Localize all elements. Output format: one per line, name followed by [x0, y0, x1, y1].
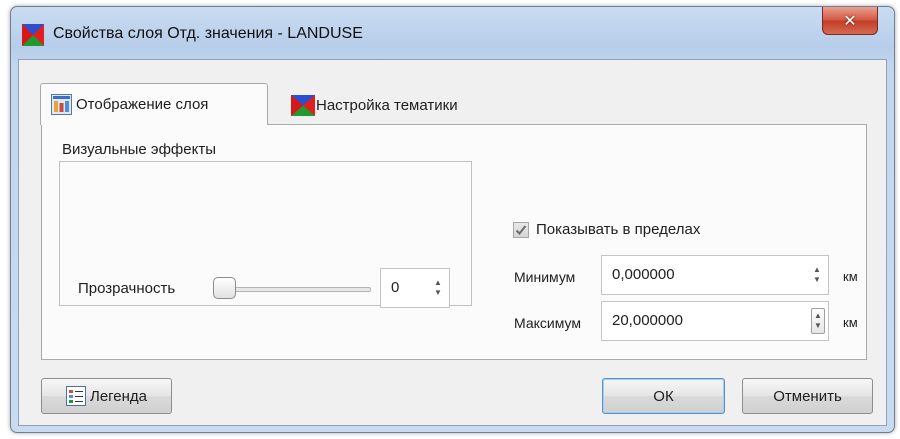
maximum-unit: км [843, 315, 858, 330]
visual-effects-title: Визуальные эффекты [61, 141, 223, 158]
show-in-range-checkbox[interactable] [513, 222, 529, 238]
tab-thematic-settings[interactable]: Настройка тематики [287, 87, 517, 123]
close-button[interactable]: ✕ [822, 7, 878, 35]
ok-button-label: ОК [653, 387, 674, 405]
legend-button[interactable]: Легенда [41, 378, 172, 414]
minimum-unit: км [843, 269, 858, 284]
transparency-value: 0 [391, 279, 400, 296]
thematic-icon [291, 94, 315, 116]
transparency-spin-arrows[interactable]: ▲ ▼ [427, 269, 449, 307]
window-title: Свойства слоя Отд. значения - LANDUSE [53, 25, 363, 42]
tab-layer-display-label: Отображение слоя [76, 96, 209, 113]
transparency-slider-handle[interactable] [213, 277, 236, 299]
tab-thematic-settings-label: Настройка тематики [316, 96, 458, 114]
minimum-spin-arrows[interactable]: ▲ ▼ [806, 256, 828, 294]
minimum-value: 0,000000 [612, 266, 675, 283]
layer-display-icon [51, 94, 72, 115]
spin-up-icon[interactable]: ▲ [434, 278, 442, 288]
dialog-client-area: Отображение слоя Настройка тематики Визу… [18, 59, 887, 426]
maximum-label: Максимум [514, 315, 581, 331]
transparency-spinbox[interactable]: 0 ▲ ▼ [380, 268, 450, 308]
spin-up-icon[interactable]: ▲ [813, 265, 821, 275]
maximum-spin-arrows[interactable]: ▲ ▼ [811, 308, 825, 334]
maximum-spinbox[interactable]: 20,000000 ▲ ▼ [601, 301, 829, 341]
spin-down-icon[interactable]: ▼ [813, 275, 821, 285]
tab-pane: Визуальные эффекты Прозрачность 0 ▲ ▼ По… [41, 124, 867, 360]
minimum-spinbox[interactable]: 0,000000 ▲ ▼ [601, 255, 829, 295]
show-in-range-label: Показывать в пределах [536, 221, 701, 238]
spin-down-icon[interactable]: ▼ [434, 288, 442, 298]
ok-button[interactable]: ОК [602, 378, 725, 414]
minimum-label: Минимум [514, 269, 576, 285]
app-icon [22, 24, 44, 46]
checkmark-icon [515, 225, 527, 235]
tab-layer-display[interactable]: Отображение слоя [40, 83, 268, 125]
transparency-label: Прозрачность [78, 280, 176, 297]
title-bar[interactable]: Свойства слоя Отд. значения - LANDUSE ✕ [11, 7, 894, 63]
spin-down-icon[interactable]: ▼ [814, 321, 822, 331]
cancel-button-label: Отменить [773, 387, 842, 405]
close-icon: ✕ [843, 12, 857, 30]
maximum-value: 20,000000 [612, 312, 683, 329]
cancel-button[interactable]: Отменить [742, 378, 873, 414]
transparency-slider-track[interactable] [213, 287, 371, 292]
dialog-window: Свойства слоя Отд. значения - LANDUSE ✕ … [10, 6, 895, 433]
spin-up-icon[interactable]: ▲ [814, 311, 822, 321]
legend-button-label: Легенда [89, 387, 148, 405]
legend-icon [65, 386, 86, 406]
